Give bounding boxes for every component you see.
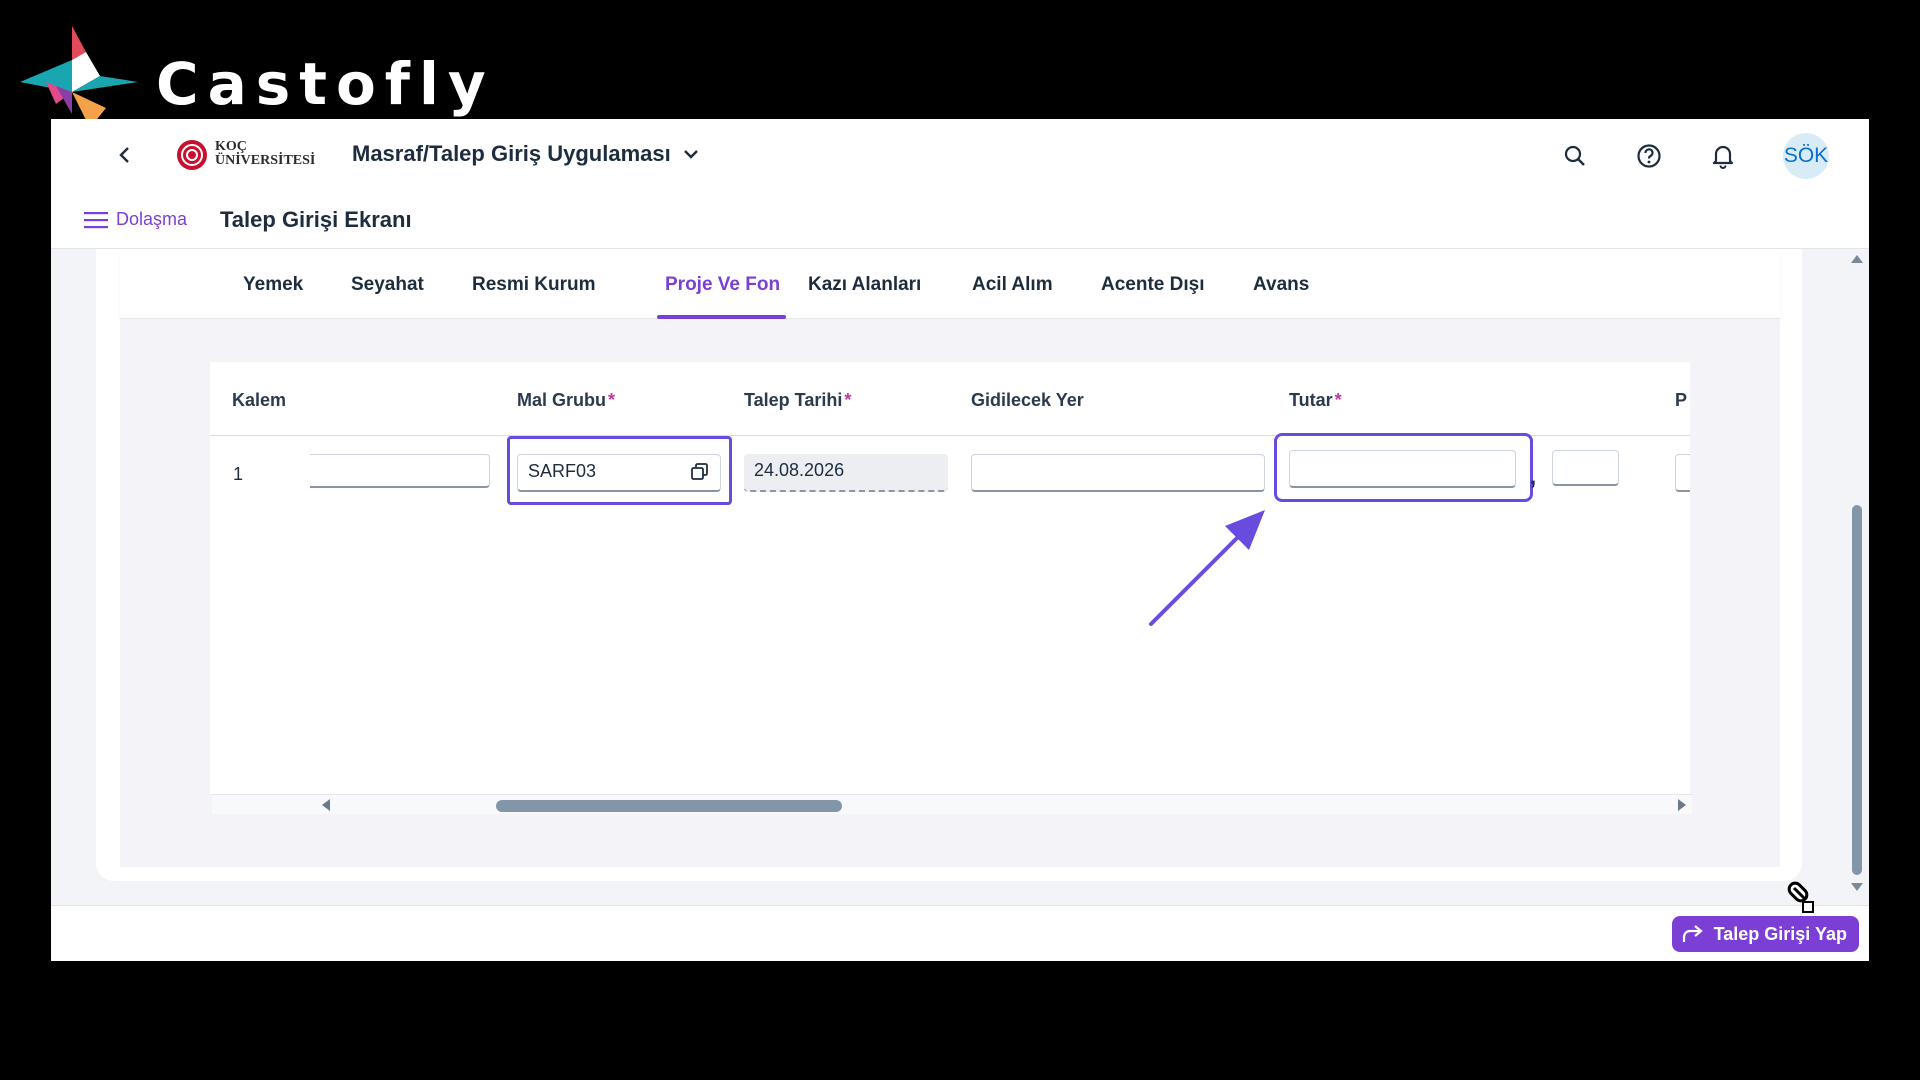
back-button[interactable] bbox=[111, 141, 139, 169]
koc-logo-icon bbox=[177, 140, 207, 170]
scroll-right-icon[interactable] bbox=[1678, 799, 1686, 811]
logo-line-1: KOÇ bbox=[215, 139, 247, 154]
annotation-arrow-icon bbox=[1149, 510, 1265, 626]
talep-tarihi-value: 24.08.2026 bbox=[754, 460, 845, 480]
decimal-separator: , bbox=[1530, 464, 1537, 489]
castofly-brand: Castofly bbox=[16, 16, 486, 128]
search-button[interactable] bbox=[1561, 142, 1589, 170]
scroll-left-icon[interactable] bbox=[322, 799, 330, 811]
required-marker: * bbox=[1334, 390, 1342, 410]
navigation-label: Dolaşma bbox=[116, 209, 188, 229]
table-area: Kalem Mal Grubu * Talep Tarihi * Gidilecek… bbox=[120, 319, 1780, 867]
tab-seyahat[interactable]: Seyahat bbox=[351, 274, 424, 296]
tab-kazi-alanlari[interactable]: Kazı Alanları bbox=[808, 274, 921, 296]
app-window: KOÇ ÜNİVERSİTESİ Masraf/Talep Giriş Uygu… bbox=[51, 119, 1869, 961]
app-title: Masraf/Talep Giriş Uygulaması bbox=[352, 141, 671, 166]
castofly-logo-icon bbox=[20, 26, 138, 128]
column-header-mal-grubu: Mal Grubu * bbox=[517, 390, 615, 411]
required-marker: * bbox=[844, 390, 852, 410]
app-title-menu[interactable]: Masraf/Talep Giriş Uygulaması bbox=[352, 141, 699, 167]
brand-name: Castofly bbox=[156, 50, 495, 118]
tab-acente-disi[interactable]: Acente Dışı bbox=[1101, 274, 1204, 296]
column-header-label: P bbox=[1675, 390, 1688, 410]
column-header-gidilecek-yer: Gidilecek Yer bbox=[971, 390, 1084, 411]
tab-avans[interactable]: Avans bbox=[1253, 274, 1309, 296]
tab-acil-alim[interactable]: Acil Alım bbox=[972, 274, 1053, 296]
p-column-input[interactable] bbox=[1675, 454, 1690, 492]
page-title: Talep Girişi Ekranı bbox=[220, 207, 412, 232]
items-table: Kalem Mal Grubu * Talep Tarihi * Gidilecek… bbox=[210, 362, 1690, 794]
column-header-label: Talep Tarihi bbox=[744, 390, 843, 410]
column-header-label: Tutar bbox=[1289, 390, 1333, 410]
tutar-input[interactable] bbox=[1289, 450, 1516, 488]
back-icon bbox=[119, 147, 129, 163]
column-header-label: Mal Grubu bbox=[517, 390, 606, 410]
category-tabs: Yemek Seyahat Resmi Kurum Proje Ve Fon K… bbox=[120, 252, 1780, 319]
column-header-kalem: Kalem bbox=[232, 390, 286, 411]
user-avatar[interactable]: SÖK bbox=[1783, 133, 1829, 179]
row-kalem-number: 1 bbox=[233, 464, 244, 484]
talep-girisi-yap-button[interactable]: Talep Girişi Yap bbox=[1671, 916, 1859, 952]
help-button[interactable] bbox=[1635, 142, 1663, 170]
mal-grubu-input[interactable]: SARF03 bbox=[517, 454, 721, 492]
vertical-scroll-thumb[interactable] bbox=[1852, 505, 1862, 875]
menu-icon bbox=[84, 211, 108, 228]
column-header-label: Gidilecek Yer bbox=[971, 390, 1084, 410]
shellbar: KOÇ ÜNİVERSİTESİ Masraf/Talep Giriş Uygu… bbox=[51, 119, 1869, 191]
tab-resmi-kurum[interactable]: Resmi Kurum bbox=[472, 274, 596, 296]
shell-actions: SÖK bbox=[1561, 133, 1829, 179]
share-arrow-icon bbox=[1682, 925, 1703, 942]
horizontal-scrollbar[interactable] bbox=[212, 794, 1692, 814]
column-header-label: Kalem bbox=[232, 390, 287, 410]
chevron-down-icon bbox=[683, 150, 698, 159]
column-header-tutar: Tutar * bbox=[1289, 390, 1342, 411]
column-header-p: P bbox=[1675, 390, 1687, 411]
page-header: Dolaşma Talep Girişi Ekranı bbox=[51, 191, 1869, 249]
column-header-talep-tarihi: Talep Tarihi * bbox=[744, 390, 851, 411]
tab-proje-ve-fon[interactable]: Proje Ve Fon bbox=[665, 274, 780, 296]
notifications-button[interactable] bbox=[1709, 142, 1737, 170]
description-input[interactable] bbox=[310, 454, 490, 488]
bell-icon bbox=[1712, 145, 1734, 169]
logo-text: KOÇ ÜNİVERSİTESİ bbox=[215, 140, 315, 168]
logo-line-2: ÜNİVERSİTESİ bbox=[215, 153, 316, 168]
mal-grubu-value: SARF03 bbox=[528, 461, 597, 481]
primary-action-label: Talep Girişi Yap bbox=[1713, 923, 1847, 944]
value-help-icon[interactable] bbox=[690, 462, 710, 482]
vertical-scrollbar[interactable] bbox=[1849, 255, 1865, 895]
talep-tarihi-field: 24.08.2026 bbox=[744, 454, 948, 492]
required-marker: * bbox=[608, 390, 616, 410]
koc-university-logo[interactable]: KOÇ ÜNİVERSİTESİ bbox=[175, 138, 325, 172]
scroll-down-icon[interactable] bbox=[1851, 883, 1863, 891]
currency-input[interactable] bbox=[1552, 450, 1619, 486]
horizontal-scroll-thumb[interactable] bbox=[496, 800, 842, 812]
gidilecek-yer-input[interactable] bbox=[971, 454, 1265, 492]
footer-toolbar: Talep Girişi Yap bbox=[51, 905, 1869, 961]
tab-yemek[interactable]: Yemek bbox=[243, 274, 303, 296]
help-icon bbox=[1637, 144, 1661, 168]
search-icon bbox=[1564, 145, 1585, 166]
cursor-icon bbox=[1787, 881, 1814, 913]
navigation-toggle[interactable]: Dolaşma bbox=[84, 209, 187, 230]
scroll-up-icon[interactable] bbox=[1851, 255, 1863, 263]
